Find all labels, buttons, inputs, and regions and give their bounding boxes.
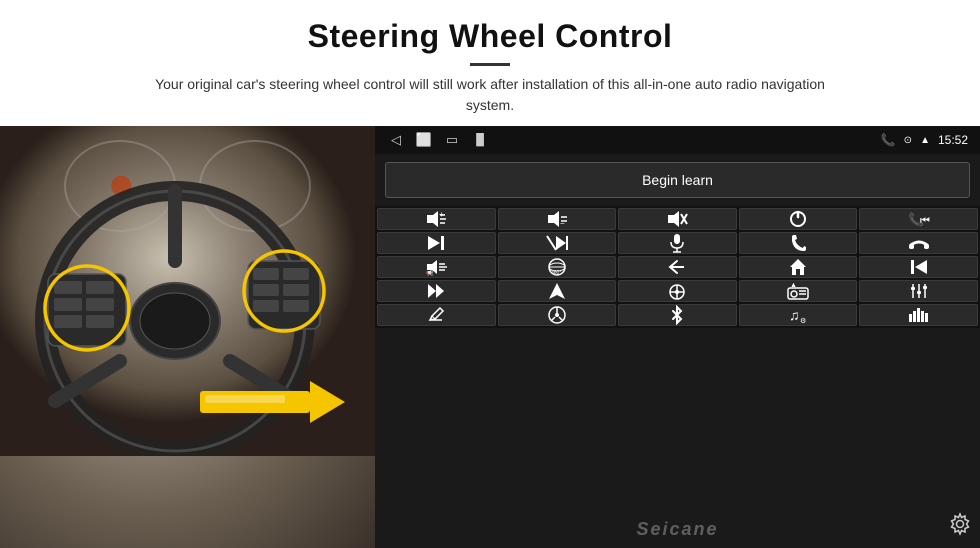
prev-btn[interactable] bbox=[859, 256, 978, 278]
signal-icon: ▐▌ bbox=[471, 134, 489, 146]
steering-btn[interactable] bbox=[498, 304, 617, 326]
svg-text:+: + bbox=[439, 210, 444, 219]
sound-bars-btn[interactable] bbox=[859, 304, 978, 326]
subtitle-text: Your original car's steering wheel contr… bbox=[140, 74, 840, 116]
steering-wheel-svg: ⬤ bbox=[0, 126, 375, 456]
wifi-icon: ▲ bbox=[920, 135, 930, 146]
power-btn[interactable] bbox=[739, 208, 858, 230]
recent-nav-icon[interactable]: ▭ bbox=[443, 134, 461, 146]
settings-gear-icon[interactable] bbox=[948, 512, 972, 542]
eq-sliders-btn[interactable] bbox=[859, 280, 978, 302]
vol-down-btn[interactable]: − bbox=[498, 208, 617, 230]
status-bar-left: ◁ ⬜ ▭ ▐▌ bbox=[387, 134, 489, 146]
phone-btn[interactable] bbox=[739, 232, 858, 254]
page-title: Steering Wheel Control bbox=[40, 18, 940, 55]
phone-prev-btn[interactable]: 📞⏮ bbox=[859, 208, 978, 230]
svg-text:📢: 📢 bbox=[426, 269, 434, 276]
page-container: Steering Wheel Control Your original car… bbox=[0, 0, 980, 548]
mute-skip-btn[interactable] bbox=[498, 232, 617, 254]
pen-btn[interactable] bbox=[377, 304, 496, 326]
gps-btn[interactable] bbox=[498, 280, 617, 302]
android-screen: ◁ ⬜ ▭ ▐▌ 📞 ⊙ ▲ 15:52 Begin learn bbox=[375, 126, 980, 548]
fast-fwd-btn[interactable] bbox=[377, 280, 496, 302]
home-btn[interactable] bbox=[739, 256, 858, 278]
header-section: Steering Wheel Control Your original car… bbox=[0, 0, 980, 126]
next-btn[interactable] bbox=[377, 232, 496, 254]
back-btn[interactable] bbox=[618, 256, 737, 278]
begin-learn-row: Begin learn bbox=[375, 154, 980, 206]
eject-btn[interactable] bbox=[618, 280, 737, 302]
seicane-watermark: Seicane bbox=[636, 519, 718, 540]
cam-360-btn[interactable]: 360° bbox=[498, 256, 617, 278]
vol-up-btn[interactable]: + bbox=[377, 208, 496, 230]
screen-wrapper: + − 📞⏮ 📢 360° bbox=[375, 206, 980, 548]
bluetooth-btn[interactable] bbox=[618, 304, 737, 326]
svg-text:360°: 360° bbox=[551, 270, 561, 276]
status-bar: ◁ ⬜ ▭ ▐▌ 📞 ⊙ ▲ 15:52 bbox=[375, 126, 980, 154]
begin-learn-button[interactable]: Begin learn bbox=[385, 162, 970, 198]
control-grid: + − 📞⏮ 📢 360° bbox=[375, 206, 980, 328]
radio-btn[interactable]: ▲ bbox=[739, 280, 858, 302]
svg-text:♫: ♫ bbox=[789, 307, 800, 323]
photo-bg: ⬤ bbox=[0, 126, 375, 548]
hangup-btn[interactable] bbox=[859, 232, 978, 254]
status-bar-right: 📞 ⊙ ▲ 15:52 bbox=[881, 133, 968, 147]
svg-text:▲: ▲ bbox=[790, 282, 797, 289]
svg-text:−: − bbox=[560, 219, 565, 228]
title-divider bbox=[470, 63, 510, 66]
svg-text:⏮: ⏮ bbox=[920, 215, 930, 227]
mic-btn[interactable] bbox=[618, 232, 737, 254]
time-display: 15:52 bbox=[938, 133, 968, 147]
content-row: ⬤ bbox=[0, 126, 980, 548]
location-icon: ⊙ bbox=[904, 135, 912, 146]
steering-photo: ⬤ bbox=[0, 126, 375, 548]
music-btn[interactable]: ♫⚙ bbox=[739, 304, 858, 326]
home-nav-icon[interactable]: ⬜ bbox=[415, 134, 433, 146]
phone-status-icon: 📞 bbox=[881, 133, 896, 147]
svg-text:⚙: ⚙ bbox=[800, 317, 806, 324]
horn-btn[interactable]: 📢 bbox=[377, 256, 496, 278]
mute-btn[interactable] bbox=[618, 208, 737, 230]
back-nav-icon[interactable]: ◁ bbox=[387, 134, 405, 146]
